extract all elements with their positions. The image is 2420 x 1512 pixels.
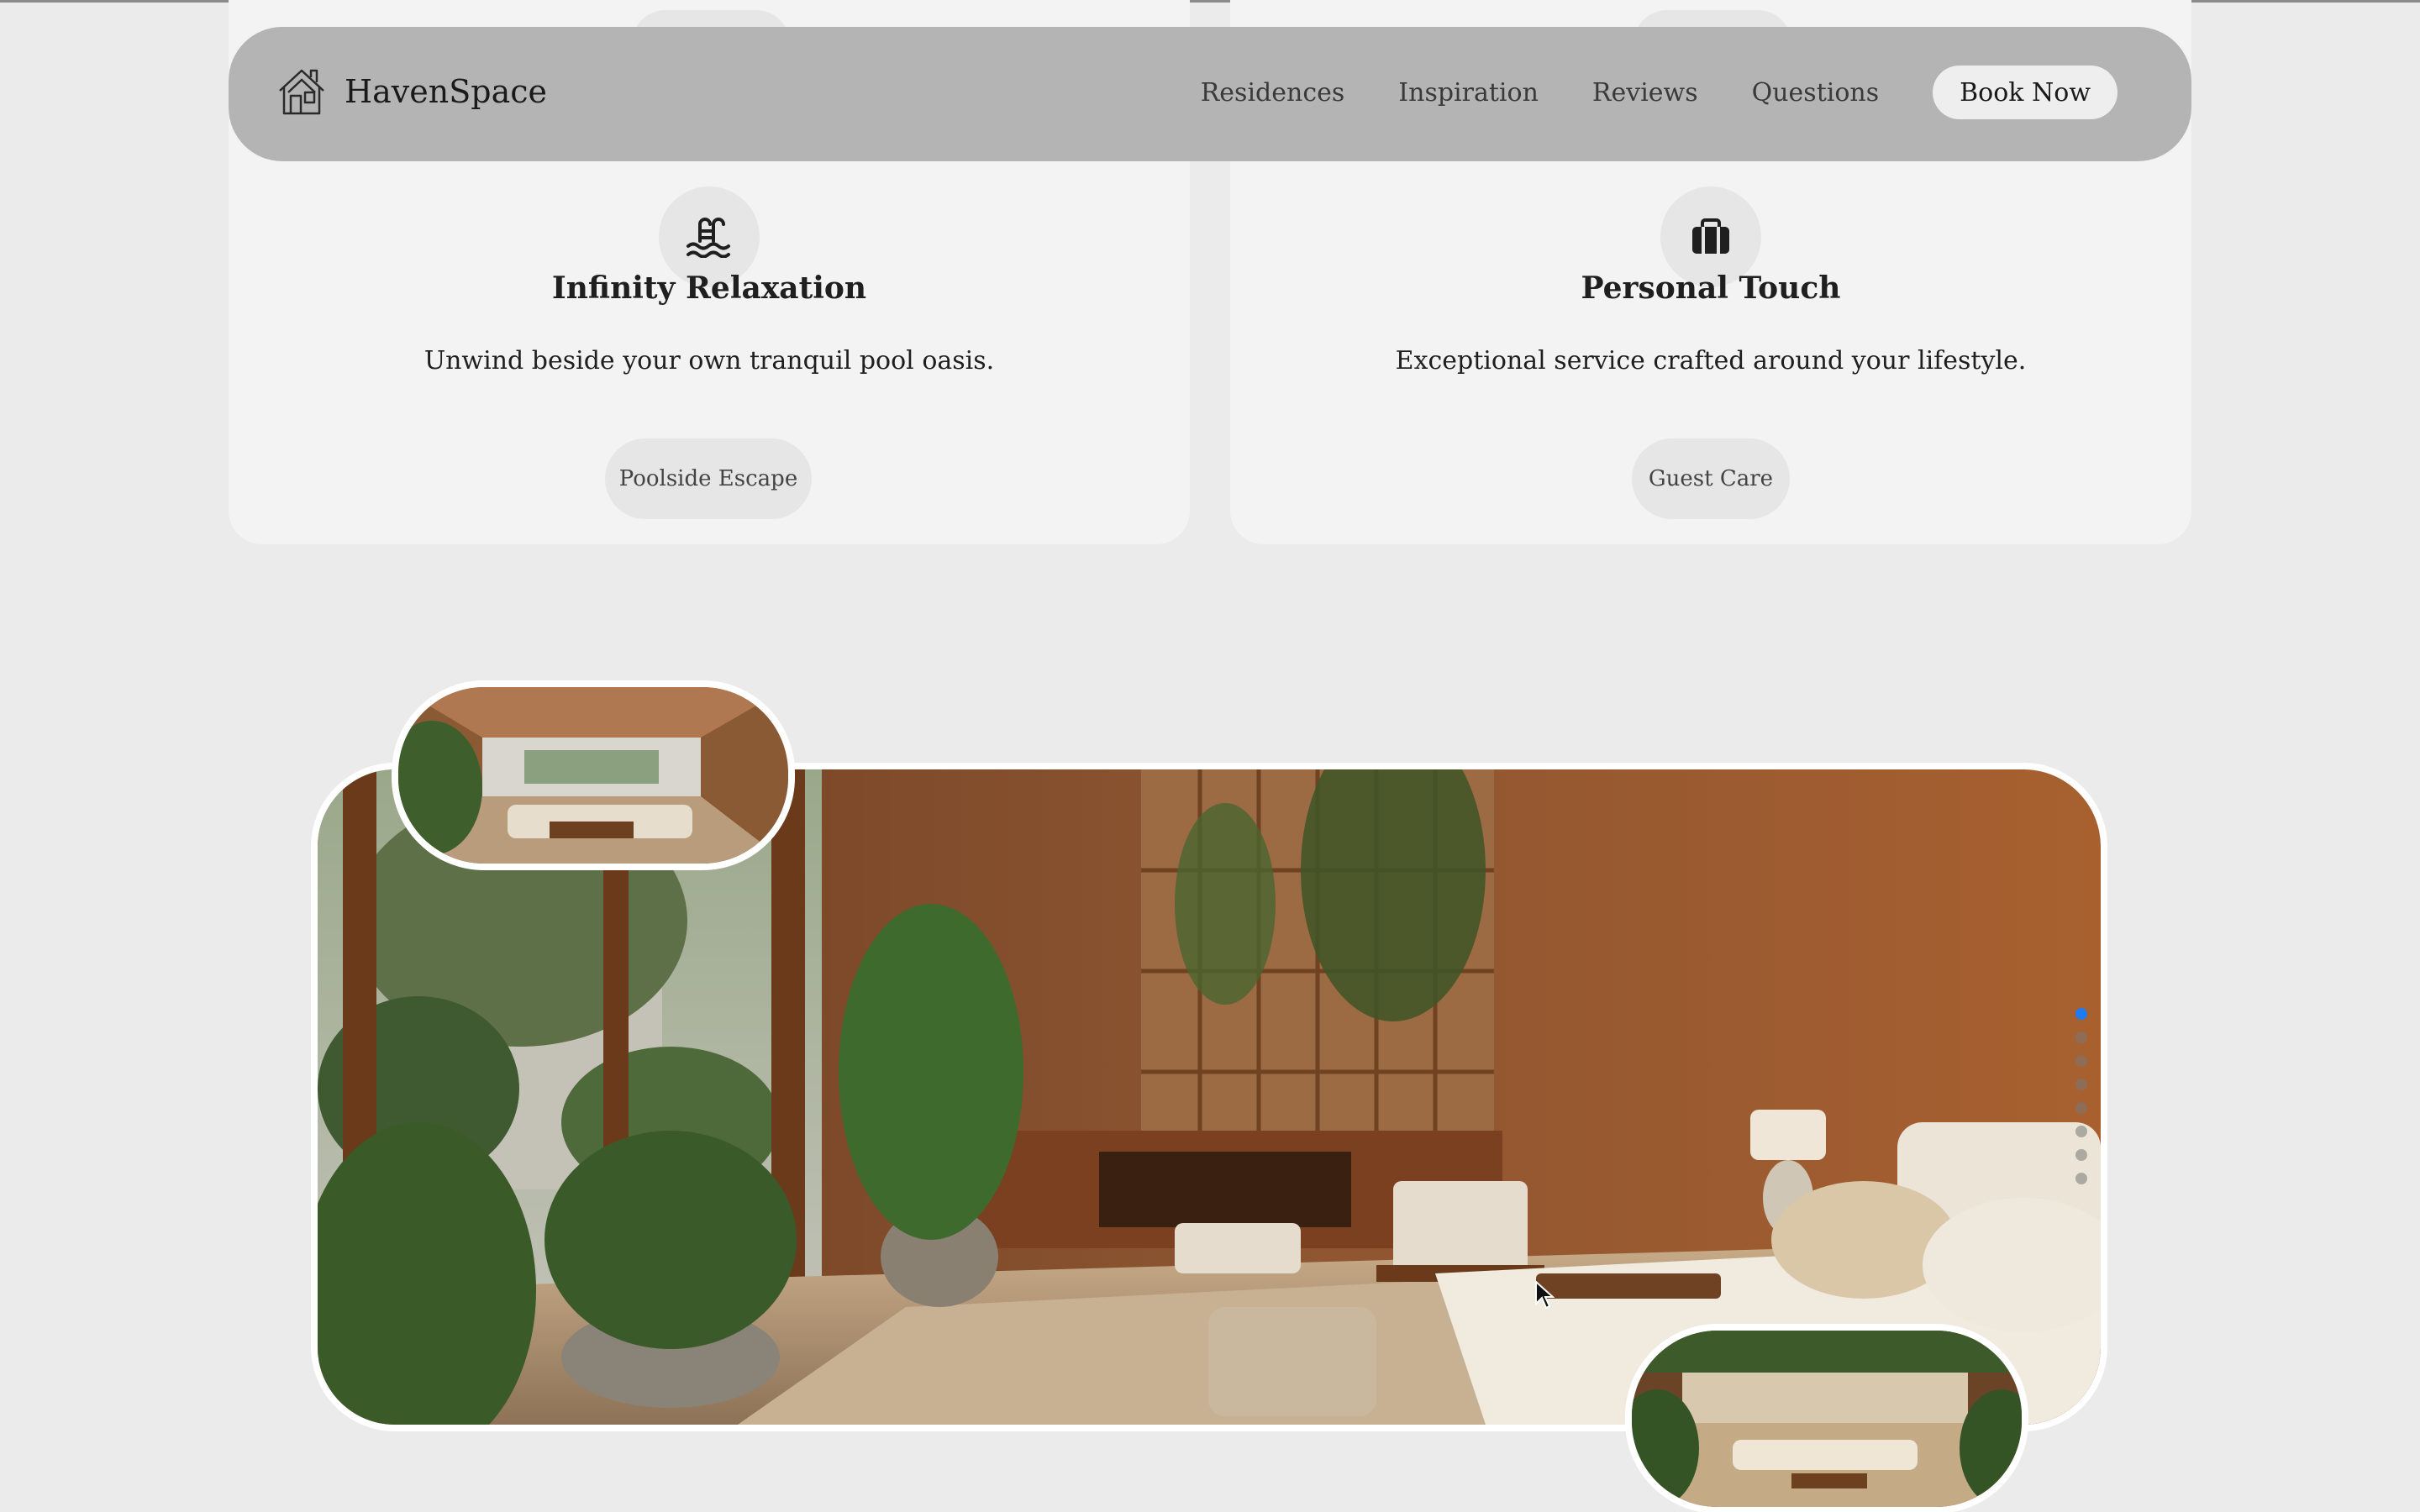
card-description: Exceptional service crafted around your … bbox=[1395, 346, 2027, 375]
card-title: Personal Touch bbox=[1581, 270, 1841, 306]
slide-indicator bbox=[2075, 1008, 2089, 1196]
slide-dot-active[interactable] bbox=[2075, 1008, 2087, 1020]
nav-link-residences[interactable]: Residences bbox=[1201, 78, 1345, 108]
card-title: Infinity Relaxation bbox=[551, 270, 867, 306]
navbar: HavenSpace Residences Inspiration Review… bbox=[229, 27, 2191, 161]
book-now-button[interactable]: Book Now bbox=[1933, 66, 2118, 119]
mouse-cursor-icon bbox=[1535, 1280, 1555, 1310]
slide-dot[interactable] bbox=[2075, 1032, 2087, 1043]
slide-dot[interactable] bbox=[2075, 1079, 2087, 1090]
guest-care-tag[interactable]: Guest Care bbox=[1632, 438, 1790, 519]
slide-dot[interactable] bbox=[2075, 1126, 2087, 1137]
slide-dot[interactable] bbox=[2075, 1173, 2087, 1184]
slide-dot[interactable] bbox=[2075, 1149, 2087, 1161]
nav-link-reviews[interactable]: Reviews bbox=[1592, 78, 1698, 108]
slide-dot[interactable] bbox=[2075, 1055, 2087, 1067]
page: Infinity Relaxation Unwind beside your o… bbox=[0, 0, 2420, 1512]
nav-link-questions[interactable]: Questions bbox=[1752, 78, 1880, 108]
gallery-thumbnail-living-room[interactable] bbox=[392, 680, 795, 870]
poolside-escape-tag[interactable]: Poolside Escape bbox=[605, 438, 812, 519]
gallery-thumbnail-lounge[interactable] bbox=[1625, 1324, 2028, 1512]
brand[interactable]: HavenSpace bbox=[277, 67, 547, 116]
slide-dot[interactable] bbox=[2075, 1102, 2087, 1114]
nav-link-inspiration[interactable]: Inspiration bbox=[1398, 78, 1539, 108]
house-logo-icon bbox=[279, 69, 324, 115]
brand-name: HavenSpace bbox=[345, 73, 548, 110]
nav-links: Residences Inspiration Reviews Questions… bbox=[1201, 66, 2118, 119]
card-description: Unwind beside your own tranquil pool oas… bbox=[424, 346, 995, 375]
